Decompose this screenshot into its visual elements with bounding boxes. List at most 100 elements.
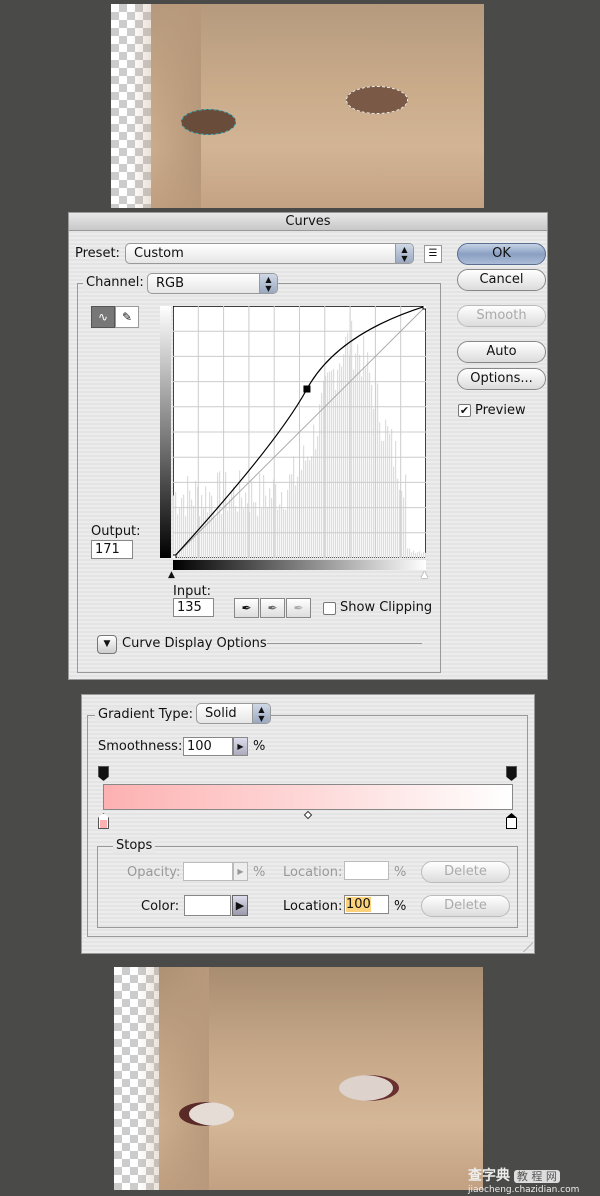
color-location-field[interactable]: 100 <box>344 895 389 914</box>
histogram-bar <box>393 466 395 558</box>
histogram-bar <box>211 495 213 558</box>
ok-button[interactable]: OK <box>457 243 546 265</box>
histogram-bar <box>417 552 419 558</box>
photo-before <box>111 4 484 208</box>
output-label: Output: <box>91 524 141 539</box>
gradient-preview-bar[interactable] <box>103 784 513 810</box>
input-field[interactable]: 135 <box>173 598 214 617</box>
opacity-percent: % <box>253 865 266 880</box>
watermark-brand: 查字典 <box>468 1168 510 1184</box>
histogram-bar <box>377 383 379 558</box>
histogram-bar <box>277 509 279 558</box>
histogram-bar <box>271 497 273 558</box>
histogram-bar <box>287 489 289 558</box>
opacity-delete-button[interactable]: Delete <box>421 861 510 883</box>
histogram-bar <box>279 504 281 558</box>
histogram-bar <box>305 460 307 558</box>
histogram-bar <box>355 353 357 558</box>
black-point-slider[interactable]: ▲ <box>168 570 175 580</box>
pencil-tool-button[interactable]: ✎ <box>115 306 139 328</box>
gradient-type-dropdown[interactable]: Solid ▲ ▼ <box>196 703 271 724</box>
opacity-field[interactable] <box>183 862 233 881</box>
histogram-bar <box>259 473 261 558</box>
color-location-label: Location: <box>283 899 343 914</box>
smoothness-percent: % <box>253 739 266 754</box>
histogram-bar <box>389 434 391 558</box>
opacity-location-field[interactable] <box>344 861 389 880</box>
auto-button[interactable]: Auto <box>457 341 546 363</box>
histogram-bar <box>361 376 363 558</box>
gradient-editor-panel: Gradient Type: Solid ▲ ▼ Smoothness: 100 ▶… <box>81 694 535 954</box>
histogram-bar <box>257 515 259 558</box>
preset-menu-icon[interactable]: ☰ <box>424 245 442 263</box>
histogram-bar <box>383 441 385 558</box>
histogram-bar <box>255 502 257 558</box>
histogram-bar <box>191 499 193 558</box>
histogram-bar <box>319 404 321 558</box>
white-point-slider[interactable]: ▲ <box>421 570 428 580</box>
histogram-bar <box>405 474 407 558</box>
histogram-bar <box>237 511 239 558</box>
color-swatch[interactable] <box>184 895 231 916</box>
histogram-bar <box>173 495 175 558</box>
histogram-bar <box>225 472 227 558</box>
histogram-bar <box>371 384 373 558</box>
curve-point <box>303 385 311 393</box>
preset-dropdown[interactable]: Custom ▲ ▼ <box>125 243 414 264</box>
cancel-button[interactable]: Cancel <box>457 269 546 291</box>
opacity-location-percent: % <box>394 865 407 880</box>
histogram-bar <box>275 484 277 558</box>
opacity-arrow-button[interactable]: ▶ <box>233 862 248 881</box>
watermark-url: jiaocheng.chazidian.com <box>468 1185 580 1195</box>
histogram-bar <box>239 470 241 558</box>
histogram-bar <box>373 408 375 558</box>
watermark-tag: 教 程 网 <box>513 1170 560 1183</box>
histogram-bar <box>253 502 255 558</box>
smooth-button[interactable]: Smooth <box>457 305 546 327</box>
histogram-bar <box>251 481 253 558</box>
histogram-bar <box>347 332 349 558</box>
histogram-bar <box>263 474 265 558</box>
photo-after <box>114 967 483 1190</box>
opacity-label: Opacity: <box>127 865 181 880</box>
histogram-bar <box>413 550 415 558</box>
histogram-bar <box>327 372 329 558</box>
histogram-bar <box>241 497 243 558</box>
preview-checkbox[interactable]: ✔ <box>458 404 471 417</box>
curve-point <box>173 554 177 558</box>
histogram-bar <box>345 337 347 558</box>
histogram-bar <box>409 548 411 558</box>
curve-tool-button[interactable]: ∿ <box>91 306 115 328</box>
color-location-percent: % <box>394 899 407 914</box>
histogram-bar <box>291 474 293 558</box>
gray-eyedropper-icon[interactable]: ✒ <box>260 598 285 618</box>
smoothness-field[interactable]: 100 <box>183 737 233 756</box>
histogram-bar <box>281 492 283 558</box>
histogram-bar <box>341 366 343 558</box>
histogram-bar <box>381 441 383 558</box>
show-clipping-checkbox[interactable] <box>323 602 336 615</box>
histogram-bar <box>415 553 417 558</box>
histogram-bar <box>219 471 221 558</box>
color-delete-button[interactable]: Delete <box>421 895 510 917</box>
color-label: Color: <box>141 899 180 914</box>
histogram-bar <box>195 480 197 558</box>
curves-graph[interactable] <box>173 306 426 558</box>
expand-toggle-button[interactable]: ▼ <box>97 635 117 654</box>
preview-label: Preview <box>475 403 526 418</box>
smoothness-slider-arrow-button[interactable]: ▶ <box>233 737 248 756</box>
histogram-bar <box>303 445 305 558</box>
histogram-bar <box>295 485 297 558</box>
histogram-bar <box>329 371 331 558</box>
output-field[interactable]: 171 <box>91 540 133 559</box>
dialog-title: Curves <box>69 213 547 231</box>
black-eyedropper-icon[interactable]: ✒ <box>234 598 259 618</box>
white-eyedropper-icon[interactable]: ✒ <box>286 598 311 618</box>
channel-label: Channel: <box>83 275 147 290</box>
channel-dropdown[interactable]: RGB ▲ ▼ <box>147 273 278 294</box>
resize-grip-icon[interactable] <box>523 942 533 952</box>
color-menu-arrow-button[interactable]: ▶ <box>232 895 248 916</box>
watermark-logo: 查字典 教 程 网 jiaocheng.chazidian.com <box>468 1165 596 1195</box>
stops-title: Stops <box>113 838 156 853</box>
options-button[interactable]: Options... <box>457 368 546 390</box>
